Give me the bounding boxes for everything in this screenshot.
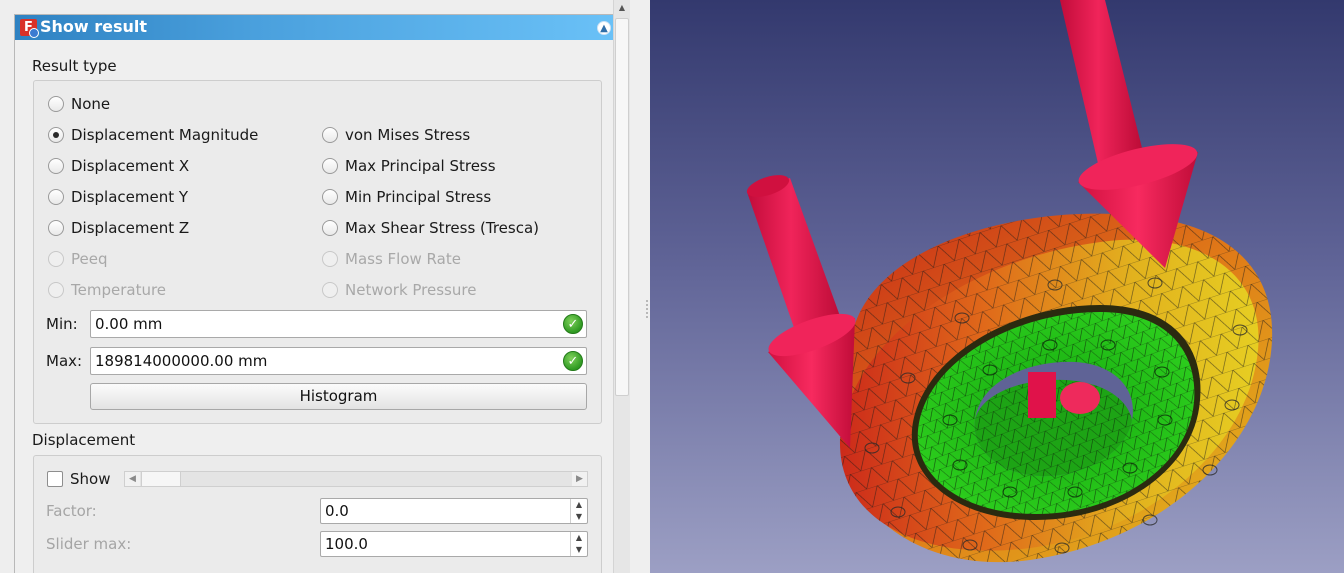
spin-buttons: ▲ ▼ — [570, 532, 587, 556]
radio-button-icon[interactable] — [322, 158, 338, 174]
min-label: Min: — [46, 315, 78, 333]
radio-button-icon — [48, 251, 64, 267]
displacement-label: Displacement — [32, 431, 136, 449]
radio-label: Displacement Magnitude — [71, 126, 259, 144]
scrollbar-handle[interactable] — [615, 18, 629, 396]
radio-button-icon — [322, 282, 338, 298]
splitter-grip-icon[interactable] — [646, 300, 648, 320]
spin-down-icon[interactable]: ▼ — [571, 511, 587, 523]
radio-label: Min Principal Stress — [345, 188, 492, 206]
radio-button-icon — [48, 282, 64, 298]
displacement-group: Show ◀ ▶ Factor: 0.0 ▲ ▼ Slider max: 100… — [33, 455, 602, 573]
slider-max-spinbox[interactable]: 100.0 ▲ ▼ — [320, 531, 588, 557]
result-type-label: Result type — [32, 57, 117, 75]
radio-label: Temperature — [71, 281, 167, 299]
radio-button-icon — [322, 251, 338, 267]
chevron-left-icon[interactable]: ◀ — [125, 472, 140, 486]
double-chevron-up-icon[interactable]: ▲ — [597, 21, 611, 35]
slider-handle[interactable] — [141, 472, 181, 486]
radio-button-icon[interactable] — [322, 189, 338, 205]
splitter[interactable] — [630, 0, 650, 573]
radio-label: Displacement Z — [71, 219, 190, 237]
result-type-group: None Displacement Magnitude von Mises St… — [33, 80, 602, 424]
radio-label: Displacement X — [71, 157, 190, 175]
min-field[interactable]: 0.00 mm ✓ — [90, 310, 587, 338]
max-label: Max: — [46, 352, 83, 370]
radio-label: von Mises Stress — [345, 126, 471, 144]
min-value: 0.00 mm — [95, 315, 163, 333]
max-value: 189814000000.00 mm — [95, 352, 268, 370]
show-checkbox[interactable] — [47, 471, 63, 487]
radio-label: Mass Flow Rate — [345, 250, 461, 268]
slider-max-value: 100.0 — [325, 535, 368, 553]
task-panel: F Show result ▲ Result type None Displac… — [0, 0, 646, 573]
valid-check-icon: ✓ — [563, 314, 583, 334]
histogram-button[interactable]: Histogram — [90, 383, 587, 410]
valid-check-icon: ✓ — [563, 351, 583, 371]
radio-label: Displacement Y — [71, 188, 189, 206]
factor-value: 0.0 — [325, 502, 349, 520]
radio-label: Network Pressure — [345, 281, 477, 299]
radio-button-icon[interactable] — [48, 96, 64, 112]
factor-spinbox[interactable]: 0.0 ▲ ▼ — [320, 498, 588, 524]
chevron-right-icon[interactable]: ▶ — [572, 472, 587, 486]
radio-button-icon[interactable] — [48, 220, 64, 236]
fem-result-model — [746, 0, 1273, 563]
radio-label: Max Shear Stress (Tresca) — [345, 219, 540, 237]
spin-buttons: ▲ ▼ — [570, 499, 587, 523]
radio-button-icon[interactable] — [48, 158, 64, 174]
radio-label: Peeq — [71, 250, 108, 268]
radio-button-icon[interactable] — [48, 189, 64, 205]
panel-scrollbar[interactable]: ▲ — [613, 0, 630, 573]
radio-button-icon[interactable] — [322, 220, 338, 236]
factor-label: Factor: — [46, 502, 97, 520]
radio-button-icon[interactable] — [48, 127, 64, 143]
panel-title: Show result — [40, 17, 148, 36]
radio-label: Max Principal Stress — [345, 157, 496, 175]
spin-up-icon[interactable]: ▲ — [571, 532, 587, 544]
radio-label: None — [71, 95, 111, 113]
show-result-panel: F Show result ▲ Result type None Displac… — [14, 14, 616, 573]
displacement-slider[interactable]: ◀ ▶ — [124, 471, 588, 487]
scroll-up-icon[interactable]: ▲ — [614, 0, 630, 16]
freecad-logo-icon: F — [20, 19, 39, 38]
radio-button-icon[interactable] — [322, 127, 338, 143]
slider-max-label: Slider max: — [46, 535, 132, 553]
load-arrow-left — [746, 175, 856, 448]
spin-down-icon[interactable]: ▼ — [571, 544, 587, 556]
max-field[interactable]: 189814000000.00 mm ✓ — [90, 347, 587, 375]
spin-up-icon[interactable]: ▲ — [571, 499, 587, 511]
show-label: Show — [70, 470, 111, 488]
panel-header[interactable]: F Show result ▲ — [15, 15, 615, 40]
3d-viewport[interactable] — [650, 0, 1344, 573]
